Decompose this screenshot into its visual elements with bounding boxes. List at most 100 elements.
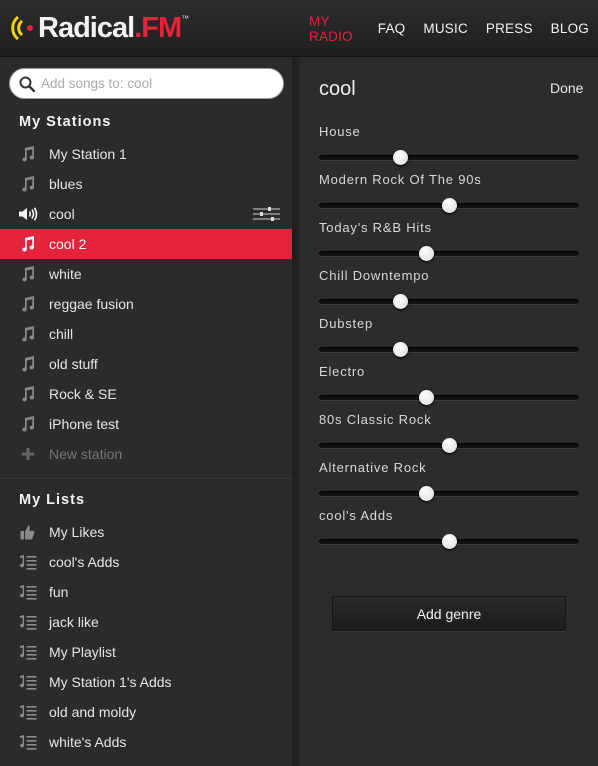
genre-row: Chill Downtempo (319, 268, 579, 312)
list-item[interactable]: fun (0, 577, 292, 607)
list-item[interactable]: cool's Adds (0, 547, 292, 577)
sidebar-scroll-edge (292, 57, 300, 766)
genre-row: cool's Adds (319, 508, 579, 552)
genre-slider[interactable] (319, 146, 579, 168)
station-label: old stuff (49, 356, 98, 372)
music-note-icon (21, 386, 34, 402)
search-icon (19, 76, 35, 92)
list-item[interactable]: old and moldy (0, 697, 292, 727)
station-item[interactable]: blues (0, 169, 292, 199)
genre-slider[interactable] (319, 290, 579, 312)
list-label: My Station 1's Adds (49, 674, 172, 690)
genre-slider[interactable] (319, 530, 579, 552)
slider-thumb[interactable] (442, 438, 457, 453)
station-item[interactable]: reggae fusion (0, 289, 292, 319)
music-note-icon (21, 146, 34, 162)
slider-thumb[interactable] (392, 342, 408, 357)
slider-thumb[interactable] (418, 390, 434, 405)
station-item[interactable]: white (0, 259, 292, 289)
slider-thumb[interactable] (392, 150, 408, 165)
genre-label: Electro (319, 364, 366, 379)
speaker-icon (18, 207, 37, 221)
slider-thumb[interactable] (442, 534, 457, 549)
lists-list: My Likes cool's Adds fun jack like My Pl… (0, 517, 292, 757)
list-item[interactable]: jack like (0, 607, 292, 637)
playlist-icon (19, 615, 36, 630)
station-item-selected[interactable]: cool 2 (0, 229, 292, 259)
station-title: cool (319, 78, 356, 100)
list-item[interactable]: My Playlist (0, 637, 292, 667)
list-label: My Likes (49, 524, 105, 540)
slider-track (319, 491, 579, 496)
genre-slider[interactable] (319, 482, 579, 504)
new-station-button[interactable]: New station (0, 439, 292, 469)
genre-row: Modern Rock Of The 90s (319, 172, 579, 216)
station-label: reggae fusion (49, 296, 134, 312)
search-box (9, 68, 284, 99)
genre-label: Today's R&B Hits (319, 220, 432, 235)
slider-track (319, 155, 579, 160)
slider-thumb[interactable] (418, 486, 434, 501)
station-label: cool 2 (49, 236, 87, 252)
thumbs-up-icon (20, 525, 35, 539)
list-item[interactable]: My Likes (0, 517, 292, 547)
plus-icon (21, 448, 34, 460)
genre-slider[interactable] (319, 242, 579, 264)
genre-slider[interactable] (319, 386, 579, 408)
playlist-icon (19, 555, 36, 570)
music-note-icon (21, 356, 34, 372)
music-note-icon (21, 266, 34, 282)
genre-row: Today's R&B Hits (319, 220, 579, 264)
genre-slider[interactable] (319, 434, 579, 456)
station-item[interactable]: My Station 1 (0, 139, 292, 169)
nav-press[interactable]: PRESS (477, 21, 542, 36)
playlist-icon (19, 705, 36, 720)
slider-track (319, 299, 579, 304)
genre-slider[interactable] (319, 194, 579, 216)
logo-fm: .FM (134, 11, 182, 44)
new-station-label: New station (49, 446, 123, 462)
genre-slider[interactable] (319, 338, 579, 360)
station-label: blues (49, 176, 83, 192)
slider-thumb[interactable] (392, 294, 408, 309)
add-genre-button[interactable]: Add genre (332, 596, 566, 631)
music-note-icon (21, 176, 34, 192)
nav-faq[interactable]: FAQ (369, 21, 415, 36)
search-input[interactable] (41, 76, 261, 91)
nav-my-radio[interactable]: MY RADIO (300, 14, 369, 44)
list-label: cool's Adds (49, 554, 120, 570)
radicalfm-logo[interactable]: Radical.FM ™ (8, 10, 189, 46)
station-label: white (49, 266, 82, 282)
my-lists-heading: My Lists (19, 492, 86, 508)
station-item[interactable]: chill (0, 319, 292, 349)
top-bar: Radical.FM ™ MY RADIO FAQ MUSIC PRESS BL… (0, 0, 598, 57)
done-button[interactable]: Done (550, 80, 583, 96)
genre-label: Chill Downtempo (319, 268, 430, 283)
genre-label: Dubstep (319, 316, 374, 331)
music-note-icon (21, 236, 34, 252)
station-label: cool (49, 206, 75, 222)
nav-music[interactable]: MUSIC (414, 21, 477, 36)
station-item-playing[interactable]: cool (0, 199, 292, 229)
genre-label: Modern Rock Of The 90s (319, 172, 482, 187)
genre-label: cool's Adds (319, 508, 394, 523)
list-item[interactable]: white's Adds (0, 727, 292, 757)
list-label: My Playlist (49, 644, 116, 660)
station-label: chill (49, 326, 74, 342)
station-item[interactable]: old stuff (0, 349, 292, 379)
genre-label: Alternative Rock (319, 460, 427, 475)
list-item[interactable]: My Station 1's Adds (0, 667, 292, 697)
slider-thumb[interactable] (418, 246, 434, 261)
list-label: old and moldy (49, 704, 137, 720)
station-item[interactable]: Rock & SE (0, 379, 292, 409)
main-nav: MY RADIO FAQ MUSIC PRESS BLOG (300, 0, 598, 57)
slider-thumb[interactable] (442, 198, 457, 213)
sidebar: My Stations My Station 1 blues cool cool… (0, 57, 292, 766)
genre-label: House (319, 124, 361, 139)
nav-blog[interactable]: BLOG (542, 21, 598, 36)
station-label: iPhone test (49, 416, 120, 432)
playlist-icon (19, 645, 36, 660)
mixer-sliders-icon[interactable] (253, 207, 280, 221)
station-item[interactable]: iPhone test (0, 409, 292, 439)
playlist-icon (19, 735, 36, 750)
